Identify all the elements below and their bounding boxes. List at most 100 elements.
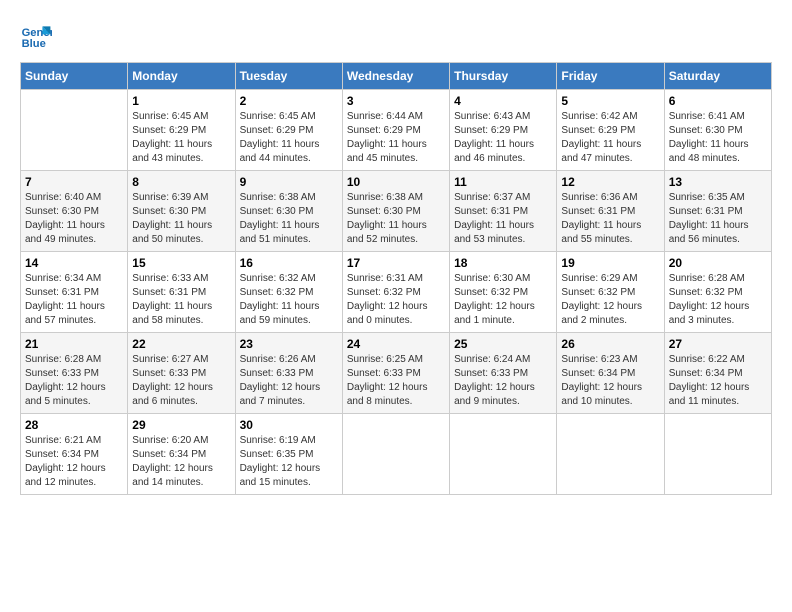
day-info: Sunrise: 6:42 AMSunset: 6:29 PMDaylight:… xyxy=(561,110,659,166)
calendar-cell xyxy=(557,414,664,495)
calendar-cell: 12 Sunrise: 6:36 AMSunset: 6:31 PMDayligh… xyxy=(557,171,664,252)
calendar-cell: 5 Sunrise: 6:42 AMSunset: 6:29 PMDaylight… xyxy=(557,90,664,171)
day-header-saturday: Saturday xyxy=(664,63,771,90)
day-info: Sunrise: 6:39 AMSunset: 6:30 PMDaylight:… xyxy=(132,191,230,247)
day-header-thursday: Thursday xyxy=(450,63,557,90)
calendar-cell: 13 Sunrise: 6:35 AMSunset: 6:31 PMDayligh… xyxy=(664,171,771,252)
day-info: Sunrise: 6:24 AMSunset: 6:33 PMDaylight:… xyxy=(454,353,552,409)
calendar-table: SundayMondayTuesdayWednesdayThursdayFrid… xyxy=(20,62,772,495)
calendar-cell: 19Sunrise: 6:29 AMSunset: 6:32 PMDayligh… xyxy=(557,252,664,333)
day-number: 10 xyxy=(347,175,445,189)
calendar-header-row: SundayMondayTuesdayWednesdayThursdayFrid… xyxy=(21,63,772,90)
day-info: Sunrise: 6:28 AMSunset: 6:32 PMDaylight:… xyxy=(669,272,767,328)
calendar-cell: 8 Sunrise: 6:39 AMSunset: 6:30 PMDaylight… xyxy=(128,171,235,252)
day-number: 11 xyxy=(454,175,552,189)
calendar-cell: 18 Sunrise: 6:30 AMSunset: 6:32 PMDayligh… xyxy=(450,252,557,333)
calendar-week-row: 14 Sunrise: 6:34 AMSunset: 6:31 PMDayligh… xyxy=(21,252,772,333)
calendar-cell: 3 Sunrise: 6:44 AMSunset: 6:29 PMDaylight… xyxy=(342,90,449,171)
day-number: 19 xyxy=(561,256,659,270)
day-number: 25 xyxy=(454,337,552,351)
calendar-cell: 17Sunrise: 6:31 AMSunset: 6:32 PMDayligh… xyxy=(342,252,449,333)
day-number: 20 xyxy=(669,256,767,270)
day-info: Sunrise: 6:21 AMSunset: 6:34 PMDaylight:… xyxy=(25,434,123,490)
day-number: 18 xyxy=(454,256,552,270)
day-number: 27 xyxy=(669,337,767,351)
calendar-week-row: 21 Sunrise: 6:28 AMSunset: 6:33 PMDayligh… xyxy=(21,333,772,414)
day-header-tuesday: Tuesday xyxy=(235,63,342,90)
day-info: Sunrise: 6:19 AMSunset: 6:35 PMDaylight:… xyxy=(240,434,338,490)
calendar-cell xyxy=(664,414,771,495)
day-number: 23 xyxy=(240,337,338,351)
page-header: General Blue xyxy=(20,20,772,52)
day-info: Sunrise: 6:34 AMSunset: 6:31 PMDaylight:… xyxy=(25,272,123,328)
calendar-cell: 21 Sunrise: 6:28 AMSunset: 6:33 PMDayligh… xyxy=(21,333,128,414)
calendar-cell: 26 Sunrise: 6:23 AMSunset: 6:34 PMDayligh… xyxy=(557,333,664,414)
calendar-cell: 22 Sunrise: 6:27 AMSunset: 6:33 PMDayligh… xyxy=(128,333,235,414)
day-info: Sunrise: 6:32 AMSunset: 6:32 PMDaylight:… xyxy=(240,272,338,328)
day-number: 13 xyxy=(669,175,767,189)
calendar-cell: 24 Sunrise: 6:25 AMSunset: 6:33 PMDayligh… xyxy=(342,333,449,414)
day-header-sunday: Sunday xyxy=(21,63,128,90)
calendar-cell: 2 Sunrise: 6:45 AMSunset: 6:29 PMDaylight… xyxy=(235,90,342,171)
day-number: 26 xyxy=(561,337,659,351)
day-header-monday: Monday xyxy=(128,63,235,90)
day-number: 16 xyxy=(240,256,338,270)
calendar-cell xyxy=(21,90,128,171)
calendar-cell: 20 Sunrise: 6:28 AMSunset: 6:32 PMDayligh… xyxy=(664,252,771,333)
day-header-friday: Friday xyxy=(557,63,664,90)
calendar-body: 1 Sunrise: 6:45 AMSunset: 6:29 PMDaylight… xyxy=(21,90,772,495)
day-number: 24 xyxy=(347,337,445,351)
day-info: Sunrise: 6:25 AMSunset: 6:33 PMDaylight:… xyxy=(347,353,445,409)
calendar-cell: 15Sunrise: 6:33 AMSunset: 6:31 PMDayligh… xyxy=(128,252,235,333)
day-info: Sunrise: 6:37 AMSunset: 6:31 PMDaylight:… xyxy=(454,191,552,247)
calendar-cell: 10 Sunrise: 6:38 AMSunset: 6:30 PMDayligh… xyxy=(342,171,449,252)
day-info: Sunrise: 6:20 AMSunset: 6:34 PMDaylight:… xyxy=(132,434,230,490)
day-info: Sunrise: 6:38 AMSunset: 6:30 PMDaylight:… xyxy=(240,191,338,247)
day-info: Sunrise: 6:38 AMSunset: 6:30 PMDaylight:… xyxy=(347,191,445,247)
day-info: Sunrise: 6:33 AMSunset: 6:31 PMDaylight:… xyxy=(132,272,230,328)
calendar-cell: 4 Sunrise: 6:43 AMSunset: 6:29 PMDaylight… xyxy=(450,90,557,171)
day-header-wednesday: Wednesday xyxy=(342,63,449,90)
day-number: 8 xyxy=(132,175,230,189)
svg-text:Blue: Blue xyxy=(22,38,46,50)
logo: General Blue xyxy=(20,20,52,52)
day-number: 9 xyxy=(240,175,338,189)
day-number: 21 xyxy=(25,337,123,351)
day-number: 7 xyxy=(25,175,123,189)
day-number: 17 xyxy=(347,256,445,270)
day-number: 29 xyxy=(132,418,230,432)
day-info: Sunrise: 6:44 AMSunset: 6:29 PMDaylight:… xyxy=(347,110,445,166)
calendar-week-row: 7Sunrise: 6:40 AMSunset: 6:30 PMDaylight… xyxy=(21,171,772,252)
calendar-cell: 11 Sunrise: 6:37 AMSunset: 6:31 PMDayligh… xyxy=(450,171,557,252)
day-number: 3 xyxy=(347,94,445,108)
day-info: Sunrise: 6:45 AMSunset: 6:29 PMDaylight:… xyxy=(240,110,338,166)
calendar-cell: 1Sunrise: 6:45 AMSunset: 6:29 PMDaylight… xyxy=(128,90,235,171)
day-info: Sunrise: 6:28 AMSunset: 6:33 PMDaylight:… xyxy=(25,353,123,409)
calendar-cell: 28Sunrise: 6:21 AMSunset: 6:34 PMDayligh… xyxy=(21,414,128,495)
day-info: Sunrise: 6:27 AMSunset: 6:33 PMDaylight:… xyxy=(132,353,230,409)
day-info: Sunrise: 6:22 AMSunset: 6:34 PMDaylight:… xyxy=(669,353,767,409)
day-number: 1 xyxy=(132,94,230,108)
calendar-cell: 7Sunrise: 6:40 AMSunset: 6:30 PMDaylight… xyxy=(21,171,128,252)
calendar-week-row: 1 Sunrise: 6:45 AMSunset: 6:29 PMDaylight… xyxy=(21,90,772,171)
day-info: Sunrise: 6:26 AMSunset: 6:33 PMDaylight:… xyxy=(240,353,338,409)
day-number: 5 xyxy=(561,94,659,108)
day-number: 30 xyxy=(240,418,338,432)
day-info: Sunrise: 6:43 AMSunset: 6:29 PMDaylight:… xyxy=(454,110,552,166)
day-number: 6 xyxy=(669,94,767,108)
calendar-cell: 14 Sunrise: 6:34 AMSunset: 6:31 PMDayligh… xyxy=(21,252,128,333)
day-info: Sunrise: 6:30 AMSunset: 6:32 PMDaylight:… xyxy=(454,272,552,328)
day-info: Sunrise: 6:41 AMSunset: 6:30 PMDaylight:… xyxy=(669,110,767,166)
day-number: 2 xyxy=(240,94,338,108)
calendar-cell: 29 Sunrise: 6:20 AMSunset: 6:34 PMDayligh… xyxy=(128,414,235,495)
day-number: 12 xyxy=(561,175,659,189)
day-info: Sunrise: 6:36 AMSunset: 6:31 PMDaylight:… xyxy=(561,191,659,247)
day-number: 4 xyxy=(454,94,552,108)
day-info: Sunrise: 6:35 AMSunset: 6:31 PMDaylight:… xyxy=(669,191,767,247)
calendar-cell xyxy=(450,414,557,495)
calendar-week-row: 28Sunrise: 6:21 AMSunset: 6:34 PMDayligh… xyxy=(21,414,772,495)
day-number: 22 xyxy=(132,337,230,351)
day-info: Sunrise: 6:23 AMSunset: 6:34 PMDaylight:… xyxy=(561,353,659,409)
day-number: 14 xyxy=(25,256,123,270)
calendar-cell: 6 Sunrise: 6:41 AMSunset: 6:30 PMDaylight… xyxy=(664,90,771,171)
